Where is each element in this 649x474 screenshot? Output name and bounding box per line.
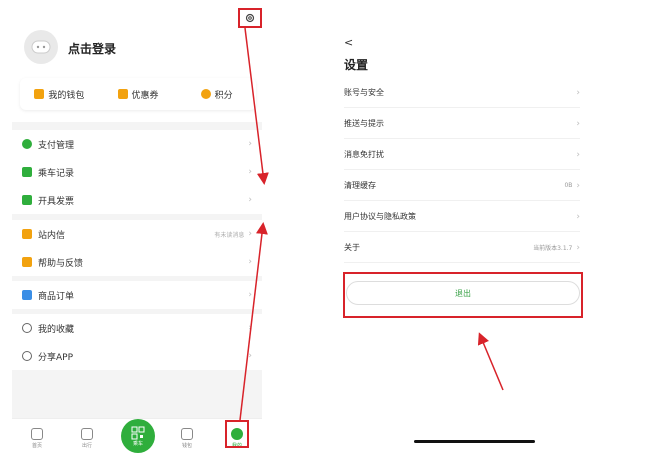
annotation-arrows xyxy=(239,27,504,421)
screenshot-stage: 点击登录 我的钱包 优惠券 积分 支付管理 › 乘车记录 › 开具发票 › 站内信 有未… xyxy=(0,0,649,474)
arrow-to-logout xyxy=(477,332,504,391)
arrow-up xyxy=(239,222,268,421)
arrow-down xyxy=(244,27,269,185)
